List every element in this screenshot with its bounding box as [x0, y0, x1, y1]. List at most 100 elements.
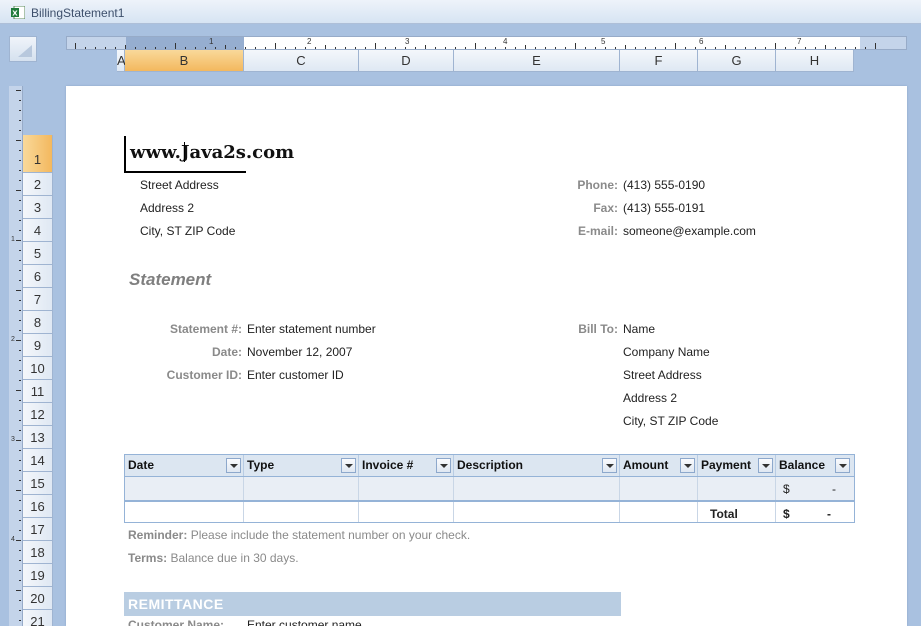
ruler-tick [19, 600, 21, 601]
ruler-tick [19, 380, 21, 381]
column-header-c[interactable]: C [244, 50, 359, 72]
company-city[interactable]: City, ST ZIP Code [140, 224, 235, 238]
row-header-15[interactable]: 15 [23, 472, 53, 495]
row-header-13[interactable]: 13 [23, 426, 53, 449]
terms-text: Balance due in 30 days. [170, 551, 299, 565]
ruler-tick [755, 47, 756, 49]
ruler-number: 2 [11, 336, 15, 343]
row-header-20[interactable]: 20 [23, 587, 53, 610]
row-header-7[interactable]: 7 [23, 288, 53, 311]
ruler-tick [205, 47, 206, 49]
print-page: www.Java2s.com Street Address Address 2 … [66, 86, 907, 626]
filter-dropdown-icon[interactable] [602, 458, 617, 473]
balance-value: - [832, 482, 836, 496]
ruler-tick [95, 47, 96, 49]
row-header-1[interactable]: 1 [23, 135, 53, 173]
ruler-tick [19, 220, 21, 221]
ruler-tick [415, 47, 416, 49]
ruler-tick [765, 47, 766, 49]
row-header-11[interactable]: 11 [23, 380, 53, 403]
statement-number-value[interactable]: Enter statement number [247, 322, 376, 336]
ruler-tick [525, 45, 526, 49]
fax-value[interactable]: (413) 555-0191 [623, 201, 705, 215]
table-row[interactable]: $ - [124, 477, 855, 500]
ruler-tick [185, 47, 186, 49]
ruler-tick [715, 47, 716, 49]
ruler-tick [835, 47, 836, 49]
row-header-16[interactable]: 16 [23, 495, 53, 518]
bill-to-address2[interactable]: Address 2 [623, 391, 677, 405]
remittance-customer-name-label: Customer Name: [128, 618, 225, 626]
row-header-21[interactable]: 21 [23, 610, 53, 626]
ruler-tick [875, 43, 876, 49]
bill-to-city[interactable]: City, ST ZIP Code [623, 414, 718, 428]
ruler-tick [805, 47, 806, 49]
row-header-6[interactable]: 6 [23, 265, 53, 288]
ruler-tick [775, 43, 776, 49]
row-header-4[interactable]: 4 [23, 219, 53, 242]
bill-to-name[interactable]: Name [623, 322, 655, 336]
ruler-tick [19, 270, 21, 271]
ruler-tick [465, 47, 466, 49]
terms-label: Terms: [128, 551, 168, 565]
row-header-12[interactable]: 12 [23, 403, 53, 426]
column-header-e[interactable]: E [454, 50, 620, 72]
select-all-corner[interactable] [9, 36, 37, 62]
ruler-tick [19, 450, 21, 451]
ruler-tick [845, 47, 846, 49]
table-total-row[interactable]: Total $ - [124, 500, 855, 523]
ruler-tick [535, 47, 536, 49]
ruler-tick [19, 620, 21, 621]
row-header-19[interactable]: 19 [23, 564, 53, 587]
column-header-g[interactable]: G [698, 50, 776, 72]
row-header-17[interactable]: 17 [23, 518, 53, 541]
column-header-h[interactable]: H [776, 50, 854, 72]
row-header-3[interactable]: 3 [23, 196, 53, 219]
phone-value[interactable]: (413) 555-0190 [623, 178, 705, 192]
terms-line[interactable]: Terms: Balance due in 30 days. [128, 551, 299, 565]
row-header-9[interactable]: 9 [23, 334, 53, 357]
ruler-tick [19, 560, 21, 561]
ruler-tick [385, 47, 386, 49]
company-website[interactable]: www.Java2s.com [130, 142, 294, 163]
filter-dropdown-icon[interactable] [680, 458, 695, 473]
ruler-number: 4 [11, 536, 15, 543]
email-label: E-mail: [577, 224, 618, 238]
company-address2[interactable]: Address 2 [140, 201, 194, 215]
ruler-tick [115, 47, 116, 49]
ruler-tick [445, 47, 446, 49]
filter-dropdown-icon[interactable] [226, 458, 241, 473]
column-header-b[interactable]: B [125, 50, 244, 72]
remittance-customer-name-value[interactable]: Enter customer name [247, 618, 362, 626]
column-header-d[interactable]: D [359, 50, 454, 72]
reminder-line[interactable]: Reminder: Please include the statement n… [128, 528, 470, 542]
remittance-heading[interactable]: REMITTANCE [124, 592, 621, 616]
ruler-tick [145, 47, 146, 49]
row-header-10[interactable]: 10 [23, 357, 53, 380]
bill-to-company[interactable]: Company Name [623, 345, 710, 359]
ruler-tick [665, 47, 666, 49]
filter-dropdown-icon[interactable] [758, 458, 773, 473]
email-value[interactable]: someone@example.com [623, 224, 756, 238]
ruler-tick [735, 47, 736, 49]
date-value[interactable]: November 12, 2007 [247, 345, 352, 359]
row-header-18[interactable]: 18 [23, 541, 53, 564]
ruler-tick [19, 230, 21, 231]
filter-dropdown-icon[interactable] [436, 458, 451, 473]
customer-id-value[interactable]: Enter customer ID [247, 368, 344, 382]
ruler-tick [345, 47, 346, 49]
row-header-8[interactable]: 8 [23, 311, 53, 334]
column-header-f[interactable]: F [620, 50, 698, 72]
row-header-5[interactable]: 5 [23, 242, 53, 265]
bill-to-street[interactable]: Street Address [623, 368, 702, 382]
filter-dropdown-icon[interactable] [341, 458, 356, 473]
row-header-2[interactable]: 2 [23, 173, 53, 196]
ruler-tick [19, 530, 21, 531]
statement-heading[interactable]: Statement [129, 270, 211, 290]
ruler-number: 7 [797, 37, 802, 46]
filter-dropdown-icon[interactable] [835, 458, 850, 473]
company-street[interactable]: Street Address [140, 178, 219, 192]
ruler-tick [19, 310, 21, 311]
column-header-a[interactable]: A [117, 50, 126, 72]
row-header-14[interactable]: 14 [23, 449, 53, 472]
